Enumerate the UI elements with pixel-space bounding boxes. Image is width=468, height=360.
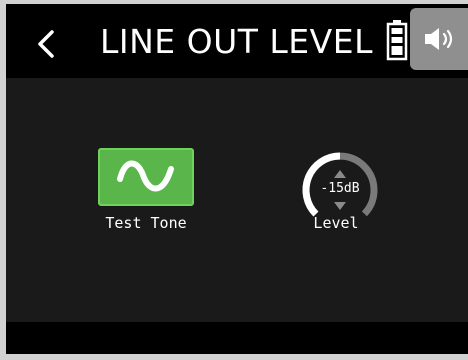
level-up-arrow [334, 170, 346, 178]
back-button[interactable] [28, 26, 64, 62]
sine-wave-icon [117, 160, 174, 192]
footer-bar [6, 322, 468, 354]
test-tone-button[interactable] [98, 148, 194, 206]
page-title: LINE OUT LEVEL [100, 22, 373, 61]
chevron-left-icon [38, 30, 54, 58]
level-label: Level [313, 214, 359, 232]
level-value: -15dB [320, 181, 360, 196]
speaker-button[interactable] [410, 8, 468, 70]
level-down-arrow [334, 202, 346, 210]
test-tone-label: Test Tone [105, 214, 187, 232]
screen: LINE OUT LEVEL Test Tone -15dB Level [6, 4, 468, 354]
header-bar: LINE OUT LEVEL [6, 4, 468, 78]
speaker-icon [425, 28, 453, 50]
device-frame: LINE OUT LEVEL Test Tone -15dB Level [0, 0, 468, 360]
battery-icon [386, 20, 408, 61]
